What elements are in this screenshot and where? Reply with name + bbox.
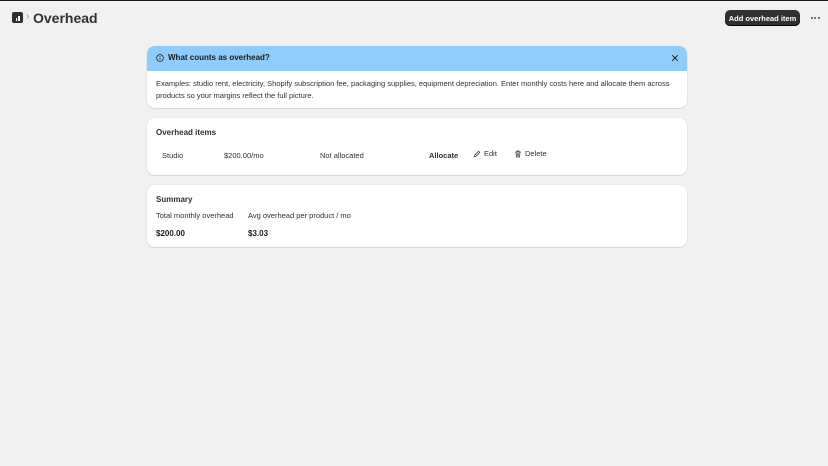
pencil-icon — [473, 150, 481, 157]
item-name: Studio — [162, 151, 184, 160]
delete-button[interactable]: Delete — [514, 149, 547, 158]
summary-card: Summary Total monthly overhead Avg overh… — [147, 185, 687, 247]
edit-label: Edit — [484, 149, 497, 158]
page-header: › Overhead Add overhead item — [0, 1, 828, 34]
banner-title: What counts as overhead? — [168, 53, 270, 62]
page-title: Overhead — [33, 10, 98, 26]
ellipsis-dot — [817, 17, 820, 19]
add-overhead-item-button[interactable]: Add overhead item — [725, 10, 800, 26]
info-icon — [156, 54, 164, 62]
ellipsis-icon — [810, 17, 813, 19]
allocate-button[interactable]: Allocate — [429, 151, 458, 160]
bar-chart-icon[interactable] — [12, 12, 23, 23]
item-amount: $200.00/mo — [224, 151, 264, 160]
ellipsis-dot — [814, 17, 816, 19]
total-monthly-overhead-label: Total monthly overhead — [156, 211, 234, 220]
item-allocation-status: Not allocated — [320, 151, 364, 160]
overhead-items-card: Overhead items Studio $200.00/mo Not all… — [147, 118, 687, 175]
avg-overhead-label: Avg overhead per product / mo — [248, 211, 351, 220]
total-monthly-overhead-value: $200.00 — [156, 229, 185, 238]
banner-body: Examples: studio rent, electricity, Shop… — [156, 79, 670, 100]
breadcrumb-separator: › — [26, 11, 30, 22]
info-banner: What counts as overhead? Examples: studi… — [147, 46, 687, 108]
avg-overhead-value: $3.03 — [248, 229, 269, 238]
more-actions-button[interactable] — [808, 10, 822, 26]
summary-title: Summary — [156, 195, 193, 204]
trash-icon — [515, 150, 521, 157]
delete-label: Delete — [525, 149, 547, 158]
overhead-items-title: Overhead items — [156, 128, 217, 137]
close-icon[interactable] — [671, 54, 679, 62]
banner-header: What counts as overhead? — [147, 46, 687, 71]
edit-button[interactable]: Edit — [473, 149, 497, 158]
